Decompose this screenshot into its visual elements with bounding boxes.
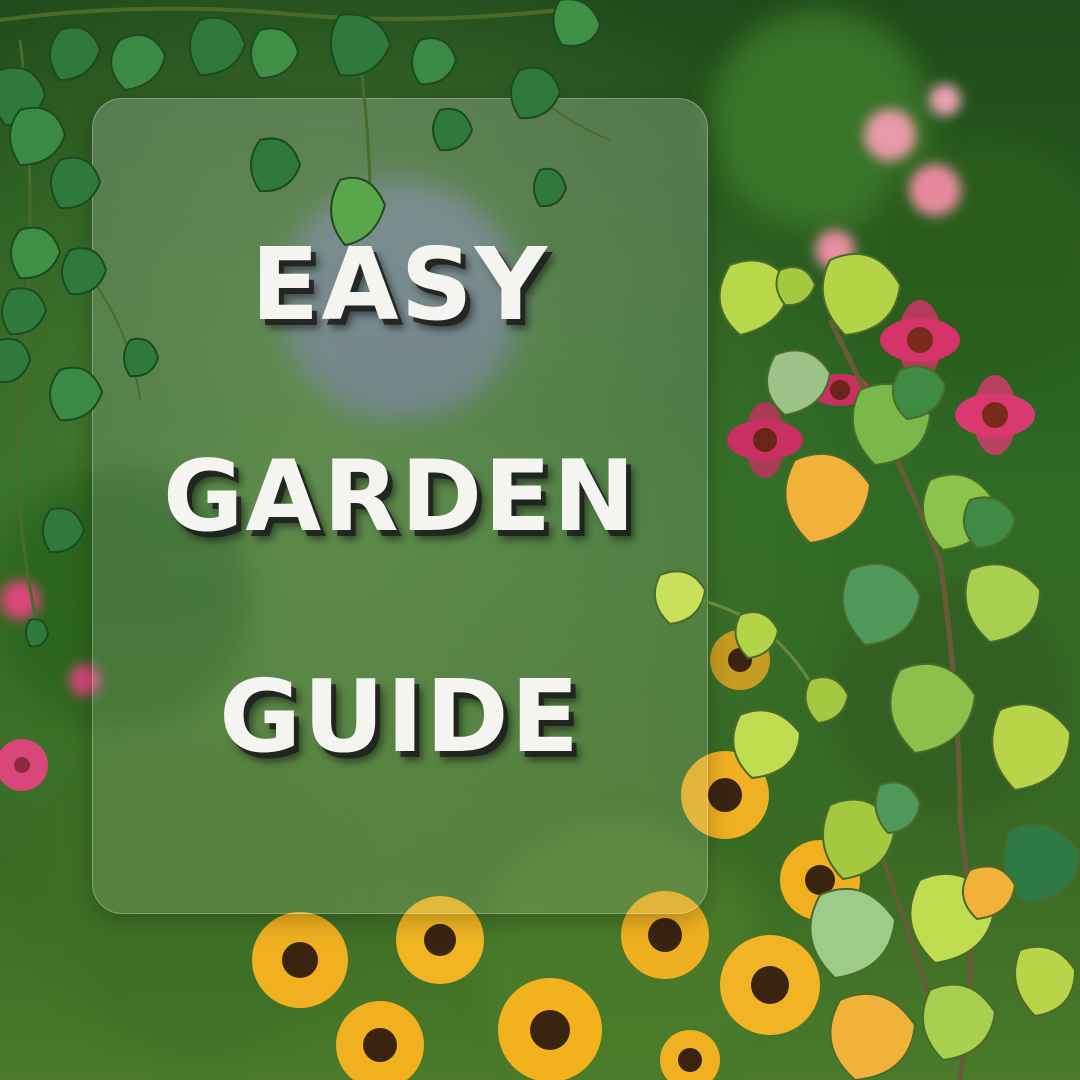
title-line-easy: EASY: [250, 226, 550, 343]
title-line-guide: GUIDE: [219, 658, 581, 775]
frosted-title-card: EASY GARDEN GUIDE: [92, 98, 708, 914]
title-line-garden: GARDEN: [162, 440, 638, 554]
